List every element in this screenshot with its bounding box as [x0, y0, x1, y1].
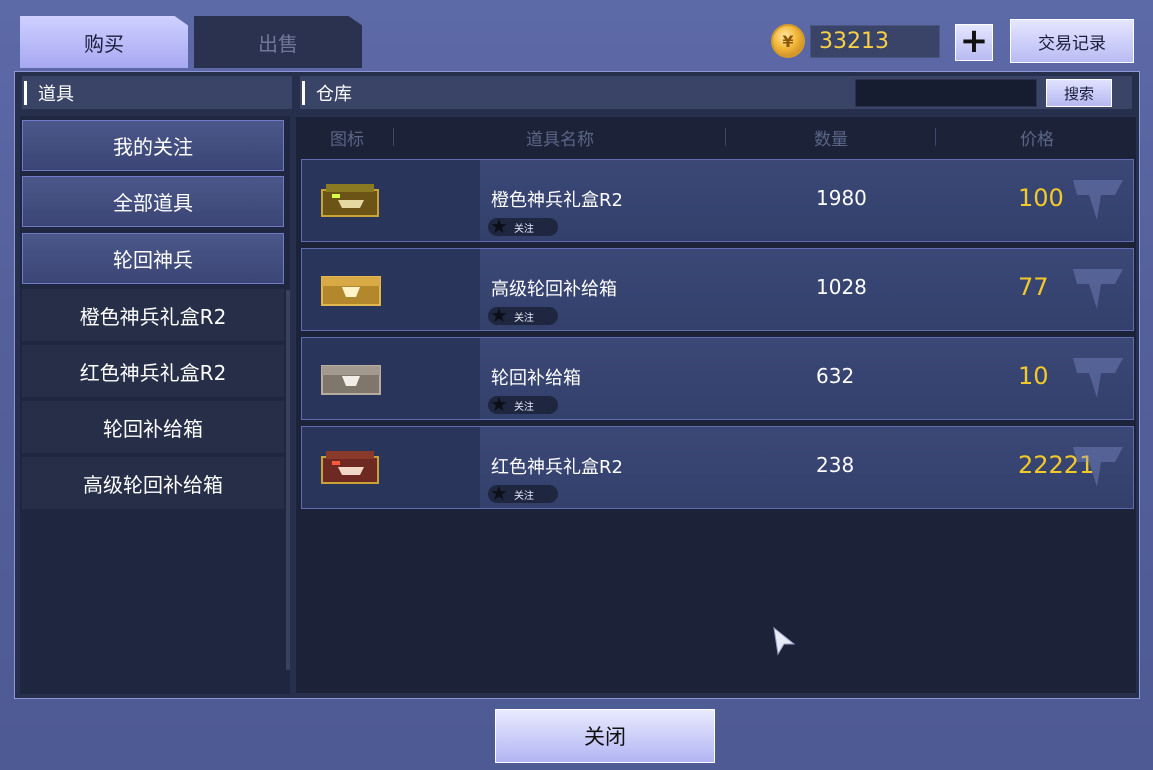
subcategory-supply-box[interactable]: 轮回补给箱	[22, 401, 284, 453]
item-name: 橙色神兵礼盒R2	[491, 190, 623, 211]
close-button[interactable]: 关闭	[495, 709, 715, 763]
item-quantity: 238	[816, 453, 855, 477]
table-row[interactable]: 高级轮回补给箱 ★ 关注 1028 77	[301, 248, 1134, 331]
category-list: 我的关注 全部道具 轮回神兵 橙色神兵礼盒R2 红色神兵礼盒R2 轮回补给箱 高…	[20, 116, 290, 694]
column-header-icon: 图标	[330, 129, 364, 150]
row-icon-cell	[302, 160, 480, 241]
left-scrollbar[interactable]	[286, 290, 290, 670]
subcategory-advanced-supply-box[interactable]: 高级轮回补给箱	[22, 457, 284, 509]
trade-history-button[interactable]: 交易记录	[1010, 19, 1134, 63]
red-weapon-box-icon	[321, 451, 379, 484]
follow-button[interactable]: ★ 关注	[488, 481, 558, 505]
follow-label: 关注	[513, 312, 534, 324]
item-quantity: 1028	[816, 275, 867, 299]
category-all-items[interactable]: 全部道具	[22, 176, 284, 227]
mouse-cursor-icon	[773, 626, 796, 656]
follow-label: 关注	[513, 223, 534, 235]
silver-supply-box-icon	[321, 365, 381, 395]
item-name: 高级轮回补给箱	[491, 279, 617, 300]
star-icon: ★	[490, 214, 508, 238]
subcategory-orange-box[interactable]: 橙色神兵礼盒R2	[22, 289, 284, 341]
star-icon: ★	[490, 392, 508, 416]
column-header-price: 价格	[1020, 129, 1054, 150]
row-icon-cell	[302, 427, 480, 508]
column-divider	[393, 128, 394, 146]
item-quantity: 1980	[816, 186, 867, 210]
follow-label: 关注	[513, 401, 534, 413]
gold-supply-box-icon	[321, 276, 381, 306]
subcategory-red-box[interactable]: 红色神兵礼盒R2	[22, 345, 284, 397]
row-icon-cell	[302, 338, 480, 419]
table-row[interactable]: 橙色神兵礼盒R2 ★ 关注 1980 100	[301, 159, 1134, 242]
orange-weapon-box-icon	[321, 184, 379, 217]
item-name: 红色神兵礼盒R2	[491, 457, 623, 478]
column-header-name: 道具名称	[526, 129, 594, 150]
gold-amount: 33213	[810, 25, 940, 58]
follow-button[interactable]: ★ 关注	[488, 392, 558, 416]
category-samsara-weapons[interactable]: 轮回神兵	[22, 233, 284, 284]
category-my-follow[interactable]: 我的关注	[22, 120, 284, 171]
header-accent-bar	[302, 80, 305, 105]
gold-coin-icon: ¥	[771, 24, 805, 58]
column-divider	[935, 128, 936, 146]
table-row[interactable]: 红色神兵礼盒R2 ★ 关注 238 22221	[301, 426, 1134, 509]
wing-emblem-icon	[1073, 447, 1123, 487]
search-button[interactable]: 搜索	[1046, 79, 1112, 107]
follow-button[interactable]: ★ 关注	[488, 303, 558, 327]
item-quantity: 632	[816, 364, 855, 388]
star-icon: ★	[490, 481, 508, 505]
right-panel-title: 仓库	[316, 83, 352, 105]
wing-emblem-icon	[1073, 358, 1123, 398]
left-panel-header: 道具	[22, 76, 292, 109]
tab-buy[interactable]: 购买	[20, 16, 188, 68]
search-input[interactable]	[855, 79, 1037, 107]
wing-emblem-icon	[1073, 180, 1123, 220]
header-accent-bar	[24, 80, 27, 105]
tab-sell[interactable]: 出售	[194, 16, 362, 68]
table-row[interactable]: 轮回补给箱 ★ 关注 632 10	[301, 337, 1134, 420]
item-price: 77	[1018, 273, 1049, 301]
star-icon: ★	[490, 303, 508, 327]
add-gold-button[interactable]: +	[955, 24, 993, 61]
left-panel-title: 道具	[38, 83, 74, 105]
row-icon-cell	[302, 249, 480, 330]
item-price: 10	[1018, 362, 1049, 390]
wing-emblem-icon	[1073, 269, 1123, 309]
follow-button[interactable]: ★ 关注	[488, 214, 558, 238]
column-divider	[725, 128, 726, 146]
item-name: 轮回补给箱	[491, 368, 581, 389]
column-header-quantity: 数量	[814, 129, 848, 150]
item-price: 100	[1018, 184, 1064, 212]
follow-label: 关注	[513, 490, 534, 502]
